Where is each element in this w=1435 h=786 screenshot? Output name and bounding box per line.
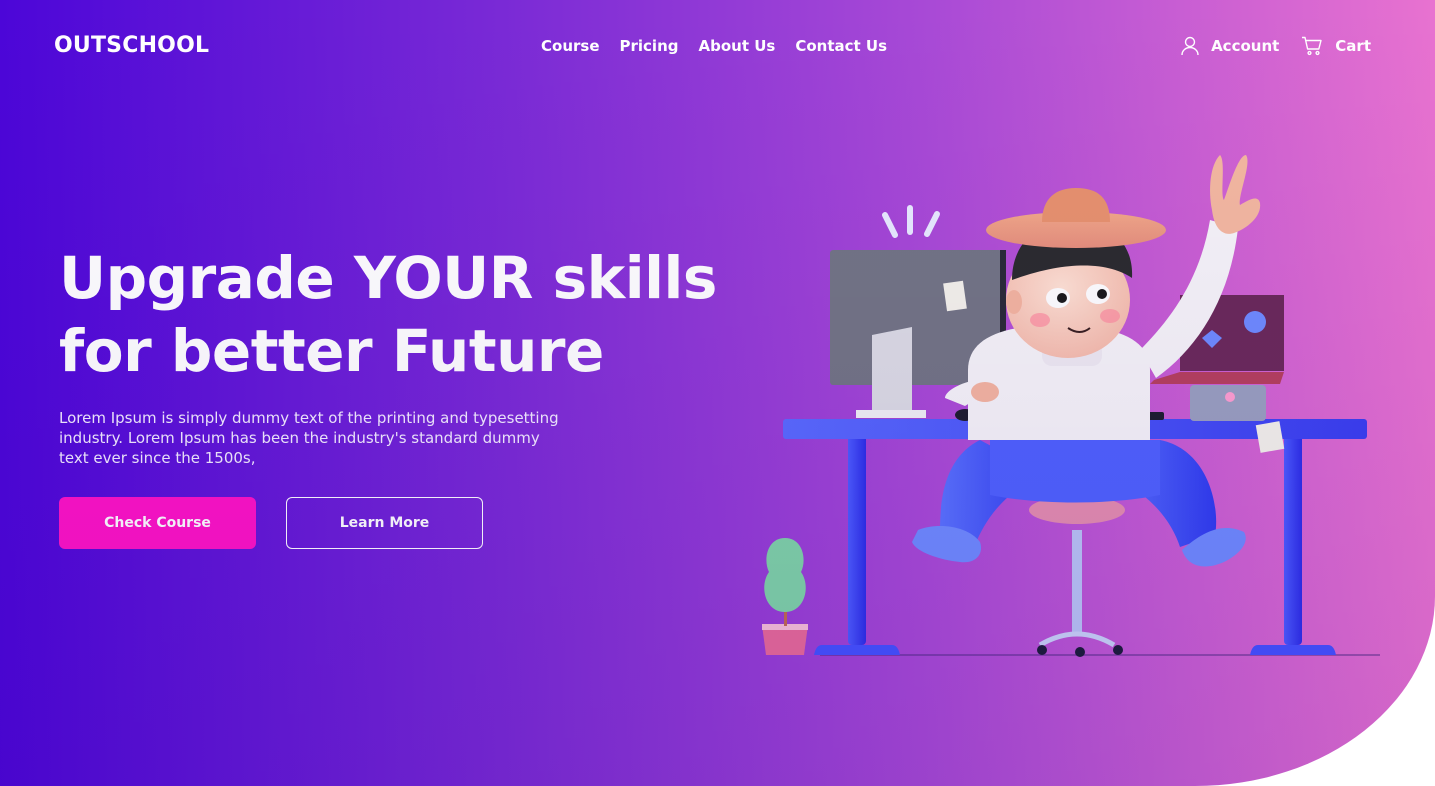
nav-link-contact-us[interactable]: Contact Us xyxy=(795,36,887,56)
nav-link-pricing[interactable]: Pricing xyxy=(620,36,679,56)
desk-leg-right xyxy=(1284,435,1302,645)
brand-logo[interactable]: OUTSCHOOL xyxy=(54,31,209,61)
user-icon xyxy=(1181,36,1199,56)
hero-section: OUTSCHOOL Course Pricing About Us Contac… xyxy=(0,0,1435,786)
plant xyxy=(762,538,808,655)
nav-link-course[interactable]: Course xyxy=(541,36,600,56)
desk-leg-left xyxy=(848,435,866,645)
cart-label: Cart xyxy=(1335,37,1371,55)
account-label: Account xyxy=(1211,37,1280,55)
sparkle-lines xyxy=(882,205,940,238)
main-nav: Course Pricing About Us Contact Us xyxy=(541,36,887,56)
cart-icon xyxy=(1301,36,1323,56)
chair xyxy=(1029,496,1125,657)
check-course-button[interactable]: Check Course xyxy=(59,497,256,549)
hero-title-line-1: Upgrade YOUR skills xyxy=(59,244,717,312)
hero-title-line-2: for better Future xyxy=(59,317,604,385)
sticky-note xyxy=(1255,421,1285,453)
account-link[interactable]: Account xyxy=(1181,36,1279,56)
hero-title: Upgrade YOUR skills for better Future xyxy=(59,242,717,388)
hero-subtitle: Lorem Ipsum is simply dummy text of the … xyxy=(59,409,559,467)
cart-link[interactable]: Cart xyxy=(1301,36,1371,56)
user-nav: Account Cart xyxy=(1181,36,1371,56)
nav-link-about-us[interactable]: About Us xyxy=(698,36,775,56)
learn-more-button[interactable]: Learn More xyxy=(286,497,483,549)
boy-hand xyxy=(1210,155,1261,234)
boy-hat xyxy=(986,188,1166,248)
hero-illustration xyxy=(762,155,1380,657)
